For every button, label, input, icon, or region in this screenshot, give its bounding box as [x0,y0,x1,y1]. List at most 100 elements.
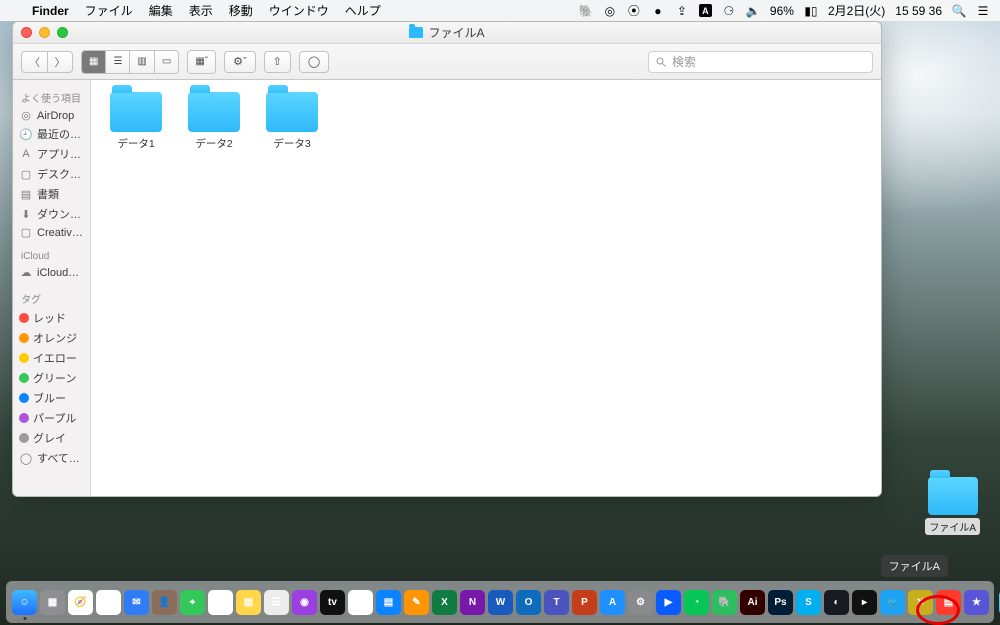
sidebar-tag[interactable]: オレンジ [13,328,90,348]
dock-safari-icon[interactable]: 🧭 [68,590,93,615]
dock-chrome-icon[interactable]: ◉ [96,590,121,615]
dock-todo-icon[interactable]: ✕ [908,590,933,615]
sidebar-tag[interactable]: ブルー [13,388,90,408]
desktop-folder[interactable]: ファイルA [925,477,980,535]
dock-calendar-icon[interactable]: 2 [208,590,233,615]
status-sync-icon[interactable]: ⇪ [675,4,689,18]
dock-settings-icon[interactable]: ⚙ [628,590,653,615]
menubar-app-name[interactable]: Finder [24,4,77,18]
dock-vlc-icon[interactable]: ▸ [852,590,877,615]
menu-view[interactable]: 表示 [181,2,221,19]
dock-podcasts-icon[interactable]: ◉ [292,590,317,615]
sidebar-item-doc[interactable]: ▤ 書類 [13,184,90,204]
sidebar-item-label: パープル [33,410,76,426]
status-dot-icon[interactable]: ● [651,4,665,18]
status-menu-icon[interactable]: ☰ [976,4,990,18]
search-field[interactable]: 検索 [648,51,873,73]
sidebar-tag[interactable]: ◯すべて… [13,448,90,468]
dock-twitter-icon[interactable]: 🐦 [880,590,905,615]
nav-back-button[interactable]: 〈 [21,51,47,73]
menu-help[interactable]: ヘルプ [337,2,389,19]
status-date[interactable]: 2月2日(火) [828,2,885,19]
sidebar-tag[interactable]: グレイ [13,428,90,448]
status-record-icon[interactable]: ⦿ [627,2,641,19]
sidebar-tag[interactable]: レッド [13,308,90,328]
dock-tooltip: ファイルA [881,555,948,577]
tags-button[interactable]: ◯ [299,51,329,73]
sidebar-item-folder[interactable]: ▢ Creativ… [13,224,90,241]
traffic-minimize-button[interactable] [39,27,50,38]
sidebar-item-desk[interactable]: ▢ デスク… [13,164,90,184]
status-evernote-icon[interactable]: 🐘 [579,4,593,18]
sidebar-tag[interactable]: パープル [13,408,90,428]
dock-skype-icon[interactable]: S [796,590,821,615]
view-icon-button[interactable]: ▦ [82,51,106,73]
dock-contacts-icon[interactable]: 👤 [152,590,177,615]
dock-line-icon[interactable]: ◔ [684,590,709,615]
status-volume-icon[interactable]: 🔈 [746,4,760,18]
dock-onenote-icon[interactable]: N [460,590,485,615]
dock-maps-icon[interactable]: ⌖ [180,590,205,615]
status-input-source-icon[interactable]: A [699,4,712,17]
sidebar-tag[interactable]: イエロー [13,348,90,368]
dock-illustrator-icon[interactable]: Ai [740,590,765,615]
sidebar-item-download[interactable]: ⬇ ダウン… [13,204,90,224]
dock-imovie-icon[interactable]: ★ [964,590,989,615]
sidebar-item-airdrop[interactable]: ◎ AirDrop [13,107,90,124]
dock-excel-icon[interactable]: X [432,590,457,615]
view-gallery-button[interactable]: ▭ [155,51,178,73]
arrange-button[interactable]: ▦ˇ [188,51,215,73]
dock-outlook-icon[interactable]: O [516,590,541,615]
download-icon: ⬇ [19,208,33,221]
dock-appstore-icon[interactable]: A [600,590,625,615]
dock-zoom-icon[interactable]: ▶ [656,590,681,615]
tag-dot-icon [19,393,29,403]
status-compass-icon[interactable]: ◎ [603,4,617,18]
finder-content-area[interactable]: データ1 データ2 データ3 [91,80,881,496]
dock-notes-icon[interactable]: ▤ [236,590,261,615]
share-button[interactable]: ⇧ [264,51,291,73]
status-battery-icon[interactable]: ▮▯ [804,4,818,18]
dock-keynote-icon[interactable]: ▤ [376,590,401,615]
nav-forward-button[interactable]: 〉 [47,51,73,73]
file-item[interactable]: データ3 [257,92,327,151]
dock-pages-icon[interactable]: ✎ [404,590,429,615]
dock-teams-icon[interactable]: T [544,590,569,615]
status-battery-pct[interactable]: 96% [770,4,794,18]
file-item[interactable]: データ1 [101,92,171,151]
sidebar-item-label: オレンジ [33,330,77,346]
dock-notes2-icon[interactable]: ▤ [936,590,961,615]
file-item[interactable]: データ2 [179,92,249,151]
window-titlebar[interactable]: ファイルA [13,22,881,44]
folder-icon [266,92,318,132]
status-spotlight-icon[interactable]: 🔍 [952,4,966,18]
dock-powerpoint-icon[interactable]: P [572,590,597,615]
traffic-close-button[interactable] [21,27,32,38]
dock-tv-icon[interactable]: tv [320,590,345,615]
dock-word-icon[interactable]: W [488,590,513,615]
traffic-zoom-button[interactable] [57,27,68,38]
view-list-button[interactable]: ☰ [106,51,130,73]
status-wifi-icon[interactable]: ⚆ [722,4,736,18]
sidebar-item-app[interactable]: A アプリ… [13,144,90,164]
menu-window[interactable]: ウインドウ [261,2,337,19]
sidebar-item-label: グレイ [33,430,66,446]
dock-mail-icon[interactable]: ✉ [124,590,149,615]
dock-launchpad-icon[interactable]: ▦ [40,590,65,615]
dock-evernote-icon[interactable]: 🐘 [712,590,737,615]
action-menu-button[interactable]: ⚙ˇ [224,51,256,73]
sidebar-tag[interactable]: グリーン [13,368,90,388]
sidebar-header-tags: タグ [13,287,90,308]
view-column-button[interactable]: ▥ [130,51,154,73]
dock-photoshop-icon[interactable]: Ps [768,590,793,615]
dock-steam-icon[interactable]: ◐ [824,590,849,615]
status-time[interactable]: 15 59 36 [895,4,942,18]
menu-edit[interactable]: 編集 [141,2,181,19]
sidebar-item-icloud[interactable]: ☁ iCloud… [13,264,90,281]
dock-clips-icon[interactable]: ☰ [264,590,289,615]
menu-go[interactable]: 移動 [221,2,261,19]
dock-numbers-icon[interactable]: ▥ [348,590,373,615]
dock-finder-icon[interactable]: ☺ [12,590,37,615]
menu-file[interactable]: ファイル [77,2,141,19]
sidebar-item-clock[interactable]: 🕘 最近の… [13,124,90,144]
